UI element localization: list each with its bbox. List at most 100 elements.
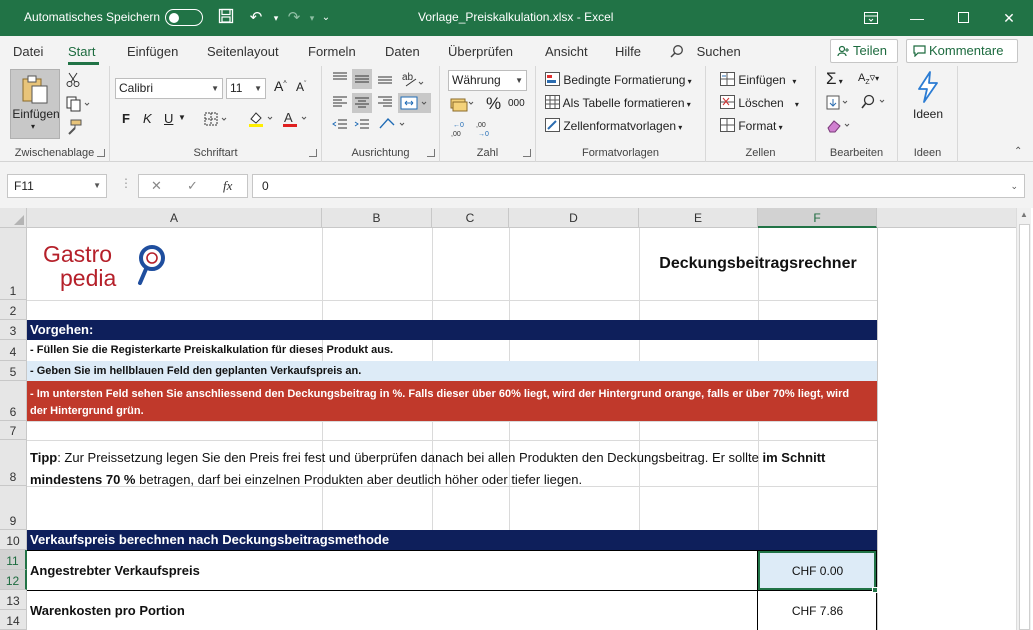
select-all-button[interactable] (0, 208, 27, 228)
tab-datei[interactable]: Datei (13, 44, 43, 59)
font-name-select[interactable]: Calibri ▼ (115, 78, 223, 99)
align-right-icon[interactable] (377, 95, 393, 112)
decrease-indent-icon[interactable] (332, 118, 348, 135)
align-bottom-icon[interactable] (377, 71, 393, 88)
row-header-10[interactable]: 10 (0, 530, 27, 550)
row-header-5[interactable]: 5 (0, 361, 27, 381)
search-box[interactable]: Suchen (670, 44, 741, 59)
row-header-4[interactable]: 4 (0, 340, 27, 361)
paste-button[interactable]: Einfügen ▾ (10, 69, 60, 139)
align-middle-icon[interactable] (352, 69, 372, 89)
tab-ueberpruefen[interactable]: Überprüfen (448, 44, 513, 59)
font-size-select[interactable]: 11 ▼ (226, 78, 266, 99)
column-header-b[interactable]: B (322, 208, 432, 228)
row-header-12[interactable]: 12 (0, 570, 27, 590)
wrap-text-icon[interactable] (378, 116, 410, 135)
formula-bar-grip-icon[interactable]: ⋮ (120, 176, 132, 190)
row-header-6[interactable]: 6 (0, 381, 27, 421)
row-header-8[interactable]: 8 (0, 440, 27, 486)
decrease-decimal-icon[interactable]: ,00 →0 (476, 119, 496, 140)
expand-formula-bar-icon[interactable]: ⌄ (1010, 175, 1018, 197)
font-color-icon[interactable]: A (282, 110, 310, 131)
scrollbar-thumb[interactable] (1019, 224, 1030, 630)
tab-formeln[interactable]: Formeln (308, 44, 356, 59)
borders-icon[interactable] (204, 112, 230, 129)
format-painter-icon[interactable] (66, 119, 82, 138)
row-header-1[interactable]: 1 (0, 228, 27, 300)
column-header-f[interactable]: F (758, 208, 877, 228)
italic-button[interactable]: K (143, 111, 152, 126)
autosave-toggle[interactable] (165, 9, 203, 26)
row-header-14[interactable]: 14 (0, 610, 27, 630)
target-price-value[interactable]: CHF 0.00 (758, 564, 877, 578)
tab-seitenlayout[interactable]: Seitenlayout (207, 44, 279, 59)
scroll-up-icon[interactable]: ▲ (1020, 210, 1028, 219)
vertical-scrollbar[interactable]: ▲ (1016, 208, 1031, 630)
increase-font-icon[interactable]: A^ (274, 78, 287, 94)
save-icon[interactable] (216, 8, 236, 28)
column-header-e[interactable]: E (639, 208, 758, 228)
column-header-c[interactable]: C (432, 208, 509, 228)
tab-daten[interactable]: Daten (385, 44, 420, 59)
fill-icon[interactable] (826, 95, 852, 114)
decrease-font-icon[interactable]: Aˇ (296, 80, 306, 94)
find-select-icon[interactable] (860, 94, 890, 113)
increase-indent-icon[interactable] (354, 118, 370, 135)
format-cells-button[interactable]: Format ▾ (720, 118, 783, 133)
formula-input[interactable]: 0 ⌄ (252, 174, 1025, 198)
number-launcher-icon[interactable] (523, 149, 531, 157)
fill-color-icon[interactable] (248, 110, 276, 131)
clear-icon[interactable] (826, 118, 854, 137)
fill-handle[interactable] (872, 587, 878, 593)
collapse-ribbon-icon[interactable]: ⌃ (1014, 146, 1022, 157)
share-button[interactable]: Teilen (830, 39, 898, 63)
align-left-icon[interactable] (332, 95, 348, 112)
close-icon[interactable]: ✕ (986, 0, 1032, 36)
column-header-d[interactable]: D (509, 208, 639, 228)
currency-icon[interactable] (450, 96, 474, 115)
sort-filter-icon[interactable]: AZ▿▾ (858, 71, 879, 86)
cost-per-portion-value[interactable]: CHF 7.86 (758, 604, 877, 618)
copy-icon[interactable] (66, 96, 90, 115)
enter-icon[interactable]: ✓ (187, 178, 198, 194)
ideas-label[interactable]: Ideen (898, 107, 958, 121)
tab-einfuegen[interactable]: Einfügen (127, 44, 178, 59)
row-header-11[interactable]: 11 (0, 550, 27, 570)
undo-dropdown-icon[interactable]: ▾ (266, 8, 286, 28)
chevron-down-icon[interactable]: ▼ (178, 113, 186, 122)
name-box[interactable]: F11 ▼ (7, 174, 107, 198)
tab-ansicht[interactable]: Ansicht (545, 44, 588, 59)
conditional-formatting-button[interactable]: Bedingte Formatierung ▾ (545, 72, 692, 87)
paste-dropdown-icon[interactable]: ▾ (31, 122, 35, 131)
ribbon-display-options-icon[interactable] (848, 0, 894, 36)
maximize-icon[interactable] (940, 0, 986, 36)
ideas-lightning-icon[interactable] (915, 71, 941, 106)
insert-cells-button[interactable]: Einfügen ▾ (720, 72, 796, 87)
column-header-a[interactable]: A (27, 208, 322, 228)
underline-button[interactable]: U (164, 111, 173, 126)
tab-start[interactable]: Start (68, 44, 95, 59)
minimize-icon[interactable]: — (894, 0, 940, 36)
autosum-icon[interactable]: Σ ▾ (826, 69, 843, 89)
align-center-icon[interactable] (352, 93, 372, 113)
row-header-7[interactable]: 7 (0, 421, 27, 440)
thousands-separator-button[interactable]: 000 (508, 98, 525, 109)
alignment-launcher-icon[interactable] (427, 149, 435, 157)
font-launcher-icon[interactable] (309, 149, 317, 157)
undo-icon[interactable]: ↶ (246, 8, 266, 28)
bold-button[interactable]: F (122, 111, 130, 126)
row-header-3[interactable]: 3 (0, 320, 27, 340)
format-as-table-button[interactable]: Als Tabelle formatieren ▾ (545, 95, 691, 110)
clipboard-launcher-icon[interactable] (97, 149, 105, 157)
delete-cells-button[interactable]: Löschen ▾ (720, 95, 799, 110)
increase-decimal-icon[interactable]: ←0,00 (451, 119, 471, 140)
cancel-icon[interactable]: ✕ (151, 178, 162, 194)
cell-styles-button[interactable]: Zellenformatvorlagen ▾ (545, 118, 682, 133)
row-header-2[interactable]: 2 (0, 300, 27, 320)
number-format-select[interactable]: Währung ▼ (448, 70, 527, 91)
comments-button[interactable]: Kommentare (906, 39, 1018, 63)
customize-toolbar-icon[interactable]: ⌄ (316, 8, 336, 28)
percent-button[interactable]: % (486, 94, 501, 114)
align-top-icon[interactable] (332, 71, 348, 88)
redo-icon[interactable]: ↷ (284, 8, 304, 28)
